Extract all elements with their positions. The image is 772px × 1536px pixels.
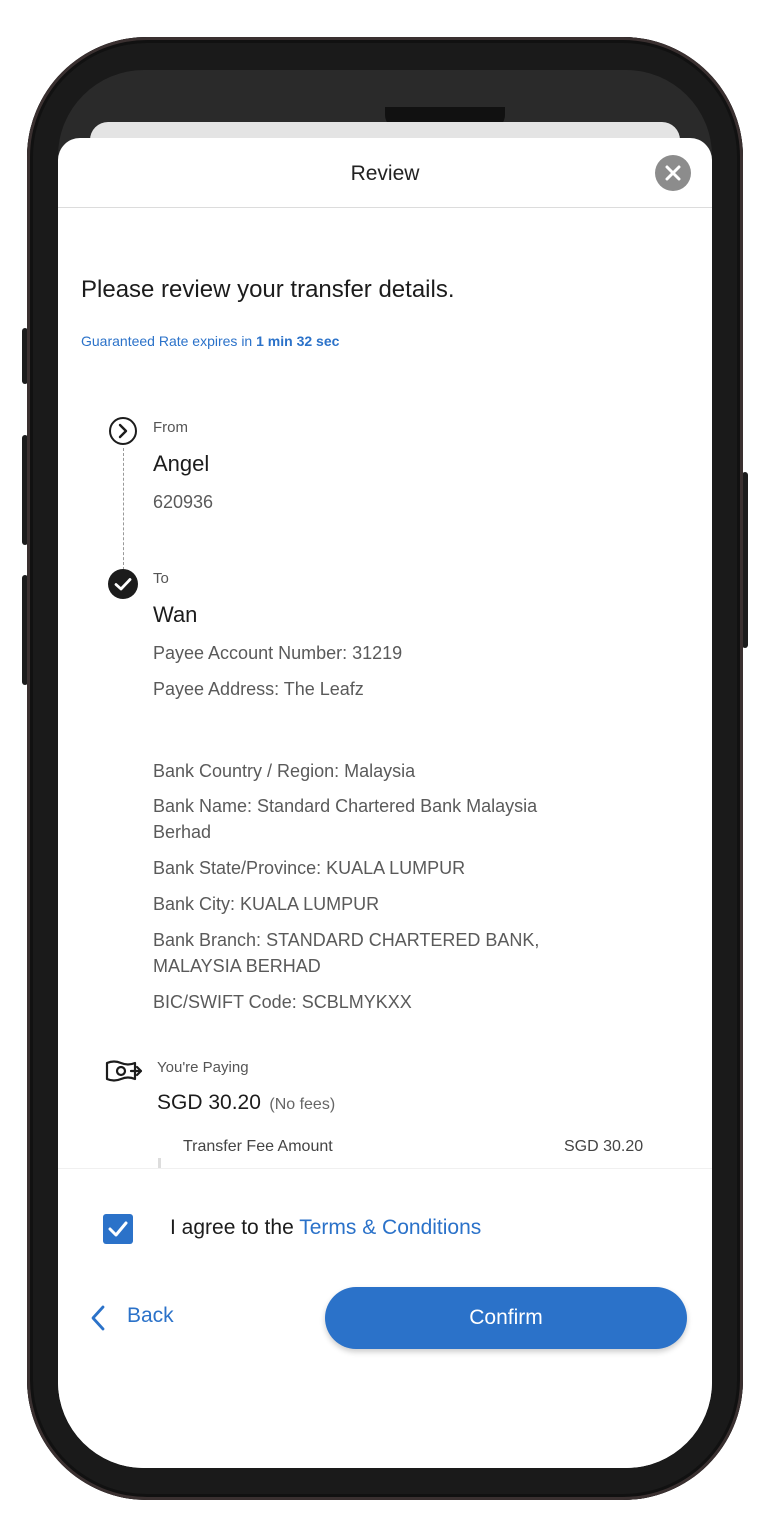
payee-address: Payee Address: The Leafz [153,679,364,699]
checkmark-icon [108,1221,128,1237]
from-name: Angel [153,451,210,476]
close-icon [665,165,681,181]
page-title: Review [350,162,420,185]
transfer-fee-value: SGD 30.20 [564,1138,644,1155]
chevron-circle-icon [109,417,137,445]
paying-amount: SGD 30.20 [157,1091,261,1114]
terms-link[interactable]: Terms & Conditions [299,1216,481,1239]
to-label: To [153,570,169,587]
close-button[interactable] [655,155,691,191]
payee-account-number: Payee Account Number: 31219 [153,643,403,663]
rate-expiry-text: Guaranteed Rate expires in 1 min 32 sec [81,333,340,349]
rate-countdown: 1 min 32 sec [256,333,340,349]
terms-checkbox[interactable] [103,1214,133,1244]
paying-amount-row: SGD 30.20 (No fees) [157,1091,335,1115]
from-account: 620936 [153,492,214,512]
phone-screen: Review Please review your transfer detai… [58,70,712,1468]
check-circle-icon [108,569,138,599]
money-transfer-icon [105,1060,143,1082]
bank-name: Bank Name: Standard Chartered Bank Malay… [153,796,538,842]
action-footer: I agree to the Terms & Conditions Back C… [58,1168,712,1468]
sheet-header: Review [58,138,712,208]
to-name: Wan [153,602,198,627]
bank-country: Bank Country / Region: Malaysia [153,761,416,781]
flow-connector [123,448,124,570]
back-label: Back [127,1304,174,1327]
review-heading: Please review your transfer details. [81,276,455,303]
from-label: From [153,419,188,436]
confirm-button[interactable]: Confirm [325,1287,687,1349]
bank-city: Bank City: KUALA LUMPUR [153,894,380,914]
bank-state: Bank State/Province: KUALA LUMPUR [153,858,466,878]
fee-breakdown-divider [158,1158,161,1168]
swift-code: BIC/SWIFT Code: SCBLMYKXX [153,992,412,1012]
terms-agreement: I agree to the Terms & Conditions [170,1216,482,1239]
transfer-fee-label: Transfer Fee Amount [183,1138,333,1155]
bank-branch: Bank Branch: STANDARD CHARTERED BANK, MA… [153,930,540,976]
fees-note: (No fees) [269,1096,336,1113]
review-sheet: Review Please review your transfer detai… [58,138,712,1468]
details-scroll-area[interactable]: Please review your transfer details. Gua… [58,208,712,1168]
chevron-left-icon [91,1305,105,1331]
paying-label: You're Paying [157,1059,249,1076]
